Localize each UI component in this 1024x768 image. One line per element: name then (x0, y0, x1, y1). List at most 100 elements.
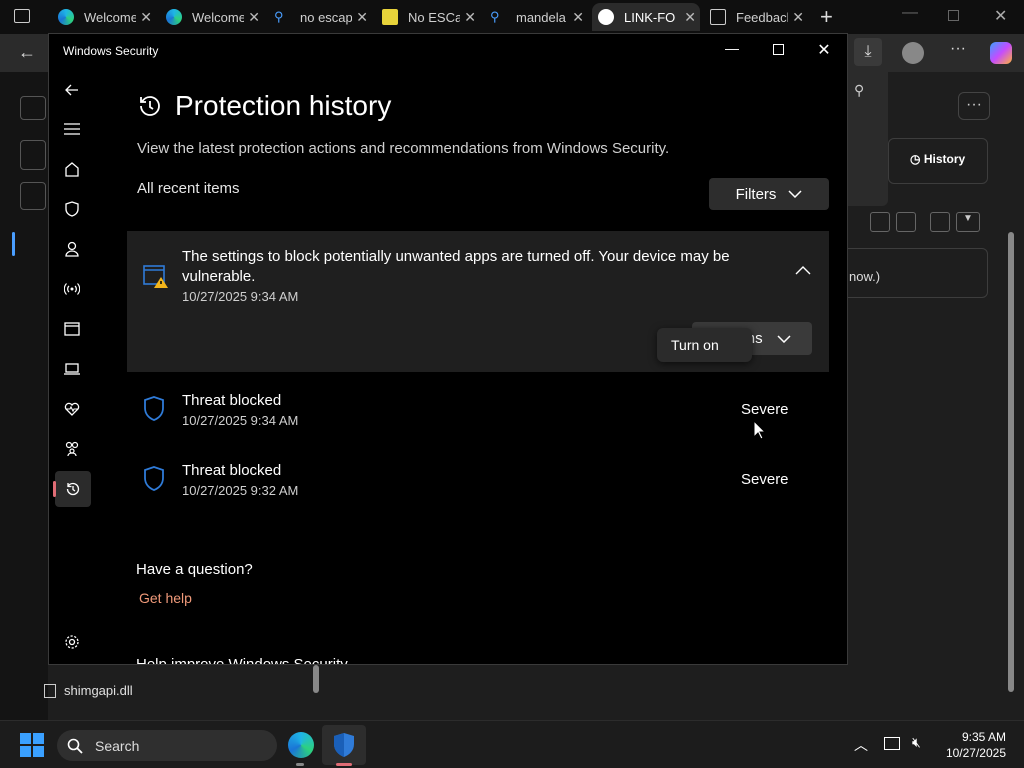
app-warning-icon (143, 265, 168, 288)
edit-icon[interactable] (930, 212, 950, 232)
close-icon[interactable]: ✕ (792, 9, 804, 26)
question-heading: Have a question? (136, 561, 253, 578)
panel-icon[interactable] (20, 96, 46, 120)
browser-tab-bar: Welcome ✕ Welcome ✕ ⚲ no escap ✕ No ESCa… (0, 0, 1024, 34)
history-icon (140, 96, 160, 116)
close-window-icon[interactable]: ✕ (994, 6, 1007, 26)
alert-date: 10/27/2025 9:34 AM (182, 289, 299, 304)
maximize-button[interactable] (763, 42, 793, 58)
history-button[interactable]: ◷ History (910, 152, 965, 166)
settings-gear-icon[interactable] (57, 627, 87, 657)
edge-running-indicator (296, 763, 304, 766)
device-security-icon[interactable] (57, 354, 87, 384)
tab-1[interactable]: Welcome ✕ (52, 3, 156, 31)
close-icon[interactable]: ✕ (140, 9, 152, 26)
speaker-muted-icon[interactable]: 🔇︎ (912, 734, 921, 751)
windows-security-taskbar-icon[interactable] (322, 725, 366, 765)
chevron-down-icon[interactable]: ▼ (956, 212, 980, 232)
github-icon (598, 9, 614, 25)
explorer-strip (0, 72, 48, 720)
edge-taskbar-icon[interactable] (288, 732, 314, 758)
tab-actions-icon[interactable] (14, 9, 30, 23)
copilot-icon[interactable] (990, 42, 1012, 64)
severity-label: Severe (741, 401, 789, 418)
tab-4[interactable]: No ESCa ✕ (376, 3, 480, 31)
notice-box: now.) (838, 248, 988, 298)
tab-2[interactable]: Welcome ✕ (160, 3, 264, 31)
search-icon: ⚲ (490, 9, 500, 24)
home-icon[interactable] (57, 154, 87, 184)
edge-icon (58, 9, 74, 25)
get-help-link[interactable]: Get help (139, 590, 192, 606)
minimize-icon[interactable]: — (902, 4, 918, 22)
search-icon[interactable] (20, 182, 46, 210)
file-icon (44, 683, 56, 698)
close-icon[interactable]: ✕ (248, 9, 260, 26)
monitor-icon[interactable] (884, 737, 900, 750)
mouse-cursor-icon (753, 420, 767, 440)
shield-nav-icon[interactable] (57, 194, 87, 224)
chevron-down-icon (777, 334, 791, 343)
chevron-down-icon (788, 190, 802, 198)
nav-pane (49, 74, 95, 664)
back-icon[interactable]: ← (18, 42, 36, 63)
chevron-up-icon[interactable] (795, 265, 811, 275)
restore-icon[interactable] (948, 10, 959, 21)
alert-message: The settings to block potentially unwant… (182, 248, 730, 285)
github-page-side: ⚲ ◷ History ··· ▼ now.) (838, 70, 1024, 720)
tab-5[interactable]: ⚲ mandela ✕ (484, 3, 588, 31)
window-title: Windows Security (63, 44, 159, 58)
page-title: Protection history (137, 90, 391, 122)
account-icon[interactable] (57, 234, 87, 264)
scrollbar[interactable] (1008, 232, 1014, 692)
close-icon[interactable]: ✕ (464, 9, 476, 26)
shield-icon (144, 466, 164, 491)
close-icon[interactable]: ✕ (572, 9, 584, 26)
copy-icon[interactable] (870, 212, 890, 232)
pin-icon[interactable]: ⚲ (854, 82, 864, 99)
page-subtitle: View the latest protection actions and r… (137, 140, 670, 157)
explorer-scrollbar[interactable] (313, 665, 319, 693)
download-raw-icon[interactable] (896, 212, 916, 232)
more-options-icon[interactable]: ··· (950, 40, 966, 58)
hamburger-menu-icon[interactable] (57, 114, 87, 144)
health-icon[interactable] (57, 394, 87, 424)
turn-on-menu-item[interactable]: Turn on (657, 328, 752, 362)
search-icon (67, 738, 83, 754)
chevron-up-icon[interactable]: ︿ (854, 735, 868, 755)
section-label: All recent items (137, 180, 240, 197)
more-button[interactable]: ··· (958, 92, 990, 120)
popup-panel: ⚲ (848, 70, 888, 206)
close-icon[interactable]: ✕ (356, 9, 368, 26)
close-icon[interactable]: ✕ (684, 9, 696, 26)
branch-icon[interactable] (20, 140, 46, 170)
search-icon: ⚲ (274, 9, 284, 24)
minimize-button[interactable]: — (717, 40, 747, 56)
taskbar-search[interactable]: Search (57, 730, 277, 761)
improve-heading: Help improve Windows Security (136, 656, 348, 665)
taskbar-clock[interactable]: 9:35 AM 10/27/2025 (946, 729, 1006, 761)
severity-label: Severe (741, 471, 789, 488)
nav-back-icon[interactable] (57, 75, 87, 105)
threat-row[interactable]: Threat blocked 10/27/2025 9:32 AM Severe (127, 456, 829, 516)
bookmark-icon (382, 9, 398, 25)
edge-icon (166, 9, 182, 25)
profile-avatar-icon[interactable] (902, 42, 924, 64)
tab-7[interactable]: Feedback ✕ (704, 3, 808, 31)
new-tab-icon[interactable]: + (820, 4, 833, 30)
app-browser-icon[interactable] (57, 314, 87, 344)
filters-button[interactable]: Filters (709, 178, 829, 210)
close-button[interactable]: ✕ (809, 40, 839, 60)
download-icon[interactable]: ⤓ (854, 38, 882, 66)
document-icon (710, 9, 726, 25)
threat-row[interactable]: Threat blocked 10/27/2025 9:34 AM Severe (127, 386, 829, 446)
shield-icon (144, 396, 164, 421)
network-icon[interactable] (57, 274, 87, 304)
notice-text: now.) (849, 269, 881, 284)
explorer-file-row[interactable]: shimgapi.dll (44, 683, 133, 698)
tab-6[interactable]: LINK-FO ✕ (592, 3, 700, 31)
family-icon[interactable] (57, 434, 87, 464)
history-nav-icon[interactable] (53, 471, 91, 507)
tab-3[interactable]: ⚲ no escap ✕ (268, 3, 372, 31)
start-icon[interactable] (20, 733, 44, 757)
